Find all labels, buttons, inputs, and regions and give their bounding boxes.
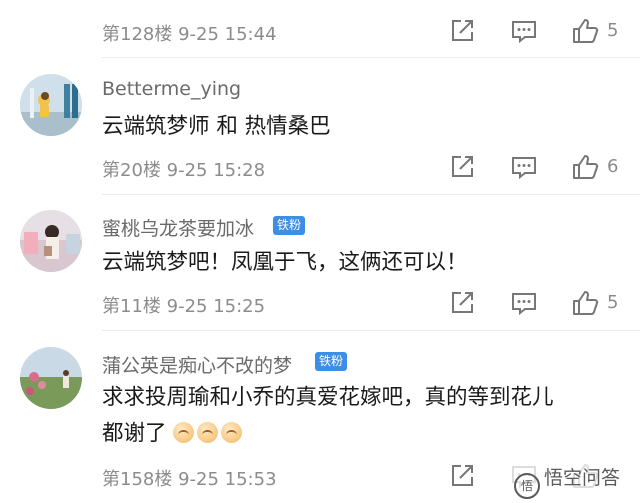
floor-time: 第158楼 9-25 15:53 (102, 469, 277, 490)
floor-time: 第20楼 9-25 15:28 (102, 160, 266, 181)
share-icon[interactable] (448, 17, 476, 45)
share-icon[interactable] (448, 462, 476, 490)
floor-time: 第128楼 9-25 15:44 (102, 24, 277, 45)
like-count: 6 (607, 156, 619, 177)
thumbs-up-icon[interactable] (571, 17, 599, 45)
share-icon[interactable] (448, 153, 476, 181)
thumbs-up-icon[interactable] (571, 153, 599, 181)
wukong-logo-icon: 悟 (514, 473, 540, 499)
username[interactable]: 蒲公英是痴心不改的梦 (102, 351, 292, 378)
avatar[interactable] (20, 347, 82, 409)
avatar[interactable] (20, 210, 82, 272)
comment-text-line: 都谢了 (102, 416, 245, 452)
reply-icon[interactable] (510, 153, 538, 181)
sleepy-face-emoji-icon (221, 422, 243, 443)
floor-time: 第11楼 9-25 15:25 (102, 296, 266, 317)
avatar[interactable] (20, 74, 82, 136)
sleepy-face-emoji-icon (197, 422, 219, 443)
reply-icon[interactable] (510, 289, 538, 317)
divider (102, 330, 640, 331)
comment-meta-row: 第128楼 9-25 15:44 5 (0, 11, 640, 51)
comment-text: 云端筑梦吧！凤凰于飞，这俩还可以！ (102, 250, 468, 275)
username[interactable]: Betterme_ying (102, 78, 241, 100)
username[interactable]: 蜜桃乌龙茶要加冰 (102, 214, 254, 241)
thumbs-up-icon[interactable] (571, 289, 599, 317)
divider (102, 57, 640, 58)
like-count: 5 (607, 292, 619, 313)
reply-icon[interactable] (510, 17, 538, 45)
sleepy-face-emoji-icon (173, 422, 195, 443)
like-count: 5 (607, 20, 619, 41)
watermark: 悟悟空问答 (506, 461, 629, 499)
comment-text-line2: 都谢了 (102, 421, 167, 446)
comment-meta-row: 第20楼 9-25 15:28 6 (0, 147, 640, 187)
fan-badge: 铁粉 (315, 352, 348, 371)
comment-text-line: 求求投周瑜和小乔的真爱花嫁吧，真的等到花儿 (102, 385, 554, 410)
divider (102, 194, 640, 195)
watermark-text: 悟空问答 (544, 467, 621, 489)
comment-text: 云端筑梦师 和 热情桑巴 (102, 114, 331, 139)
share-icon[interactable] (448, 289, 476, 317)
fan-badge: 铁粉 (273, 216, 306, 235)
comment-meta-row: 第11楼 9-25 15:25 5 (0, 283, 640, 323)
